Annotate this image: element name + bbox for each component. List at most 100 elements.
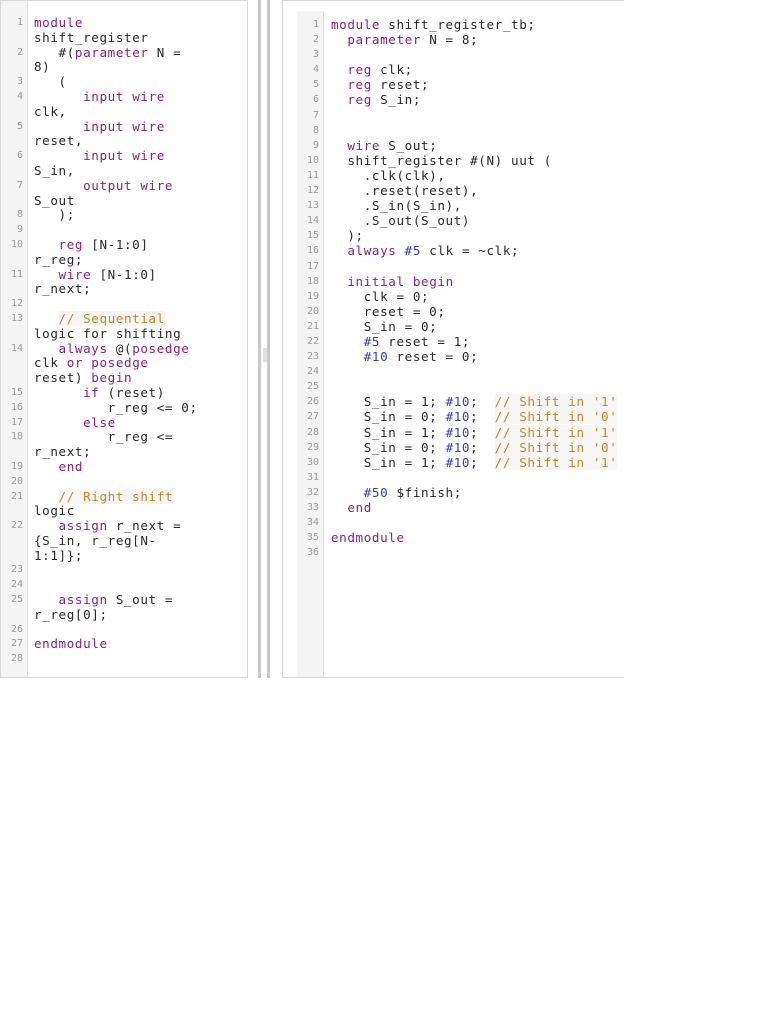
line-number: 26	[306, 396, 319, 408]
code-line[interactable]: 34	[283, 515, 624, 530]
code-line[interactable]: 22 #5 reset = 1;	[283, 334, 624, 349]
code-line[interactable]: S_in,	[1, 163, 247, 179]
code-line[interactable]: 10 shift_register #(N) uut (	[283, 153, 624, 168]
code-line[interactable]: 22 assign r_next =	[1, 518, 247, 534]
code-line[interactable]: 8 );	[1, 208, 247, 223]
code-line[interactable]: clk,	[1, 104, 247, 120]
code-line[interactable]: 19 clk = 0;	[283, 289, 624, 304]
left-code-editor[interactable]: 1 module shift_register 2 #(parameter N = 8)…	[0, 0, 248, 678]
code-line[interactable]: {S_in, r_reg[N-	[1, 533, 247, 549]
code-text: (	[34, 74, 67, 90]
code-line[interactable]: 27 endmodule	[1, 637, 247, 652]
code-line[interactable]: 30 S_in = 1; #10; // Shift in '1'	[283, 454, 624, 470]
code-text: reset) begin	[34, 370, 133, 386]
code-line[interactable]: 23 #10 reset = 0;	[283, 349, 624, 364]
code-line[interactable]: shift_register	[1, 30, 247, 46]
code-line[interactable]: 25 assign S_out =	[1, 592, 247, 608]
code-line[interactable]: 1 module shift_register_tb;	[283, 17, 624, 32]
code-line[interactable]: 10 reg [N-1:0]	[1, 237, 247, 253]
code-line[interactable]: r_next;	[1, 282, 247, 297]
code-line[interactable]: 18 initial begin	[283, 274, 624, 289]
code-line[interactable]: 5 reg reset;	[283, 77, 624, 92]
code-line[interactable]: 21 S_in = 0;	[283, 319, 624, 334]
code-line[interactable]: 28	[1, 652, 247, 667]
code-line[interactable]: reset,	[1, 134, 247, 149]
splitter-grip-icon[interactable]	[263, 348, 267, 362]
code-line[interactable]: 14 always @(posedge	[1, 341, 247, 357]
code-line[interactable]: logic	[1, 503, 247, 519]
pane-divider[interactable]	[258, 0, 261, 678]
code-line[interactable]: 15 if (reset)	[1, 384, 247, 401]
code-line[interactable]: 36	[283, 545, 624, 560]
code-line[interactable]: 6 input wire	[1, 148, 247, 164]
code-line[interactable]: 7 output wire	[1, 178, 247, 194]
code-line[interactable]: 12	[1, 297, 247, 312]
pane-divider[interactable]	[267, 0, 270, 678]
code-line[interactable]: 6 reg S_in;	[283, 92, 624, 107]
code-line[interactable]: 3	[283, 47, 624, 62]
code-line[interactable]: 23	[1, 563, 247, 578]
code-line[interactable]: 13 // Sequential	[1, 310, 247, 327]
code-line[interactable]: 17 else	[1, 415, 247, 431]
code-text: r_reg <= 0;	[34, 399, 198, 415]
code-line[interactable]: S_out	[1, 193, 247, 209]
code-line[interactable]: 4 reg clk;	[283, 62, 624, 77]
code-line[interactable]: 2 #(parameter N =	[1, 45, 247, 61]
line-number: 20	[10, 475, 23, 487]
code-line[interactable]: 8)	[1, 60, 247, 75]
code-text: .S_in(S_in),	[331, 198, 462, 214]
code-line[interactable]: 8	[283, 123, 624, 138]
code-line[interactable]: 15 );	[283, 228, 624, 243]
code-line[interactable]: 16 r_reg <= 0;	[1, 399, 247, 416]
code-line[interactable]: reset) begin	[1, 370, 247, 386]
code-line[interactable]: 27 S_in = 0; #10; // Shift in '0'	[283, 409, 624, 425]
code-line[interactable]: 32 #50 $finish;	[283, 485, 624, 500]
code-line[interactable]: 33 end	[283, 500, 624, 515]
code-text: if (reset)	[83, 384, 165, 400]
line-number: 9	[16, 224, 23, 236]
code-line[interactable]: 5 input wire	[1, 119, 247, 135]
code-line[interactable]: 3 (	[1, 74, 247, 90]
code-line[interactable]: 4 input wire	[1, 89, 247, 105]
code-line[interactable]: r_next;	[1, 444, 247, 460]
code-text: module shift_register_tb;	[331, 17, 536, 32]
code-line[interactable]: 24	[1, 578, 247, 593]
code-line[interactable]: 7	[283, 108, 624, 123]
code-line[interactable]: 24	[283, 364, 624, 379]
code-line[interactable]: 18 r_reg <=	[1, 430, 247, 445]
code-line[interactable]: 16 always #5 clk = ~clk;	[283, 243, 624, 258]
code-line[interactable]: 9	[1, 223, 247, 238]
code-line[interactable]: 13 .S_in(S_in),	[283, 198, 624, 213]
code-line[interactable]: 21 // Right shift	[1, 488, 247, 505]
code-line[interactable]: 1:1]};	[1, 548, 247, 564]
code-line[interactable]: 14 .S_out(S_out)	[283, 213, 624, 228]
code-line[interactable]: 19 end	[1, 458, 247, 475]
code-text: reg S_in;	[347, 92, 422, 108]
code-line[interactable]: 26	[1, 623, 247, 638]
code-line[interactable]: 20 reset = 0;	[283, 304, 624, 319]
right-code-editor[interactable]: 1 module shift_register_tb; 2 parameter N …	[282, 0, 624, 678]
code-line[interactable]: r_reg[0];	[1, 607, 247, 623]
code-line[interactable]: logic for shifting	[1, 326, 247, 342]
code-line[interactable]: 2 parameter N = 8;	[283, 32, 624, 47]
code-line[interactable]: 31	[283, 470, 624, 485]
code-line[interactable]: 12 .reset(reset),	[283, 183, 624, 198]
code-line[interactable]: r_reg;	[1, 252, 247, 268]
code-line[interactable]: 11 .clk(clk),	[283, 168, 624, 183]
code-line[interactable]: 35 endmodule	[283, 530, 624, 545]
code-line[interactable]: 28 S_in = 1; #10; // Shift in '1'	[283, 424, 624, 440]
code-line[interactable]: 20	[1, 475, 247, 490]
code-line[interactable]: 29 S_in = 0; #10; // Shift in '0'	[283, 439, 624, 455]
code-line[interactable]: 25	[283, 379, 624, 394]
code-text: wire S_out;	[347, 137, 438, 153]
code-text: end	[58, 458, 84, 474]
code-line[interactable]: clk or posedge	[1, 355, 247, 371]
line-number: 5	[312, 79, 319, 91]
line-number: 23	[306, 351, 319, 363]
code-text: endmodule	[34, 636, 108, 652]
code-line[interactable]: 26 S_in = 1; #10; // Shift in '1'	[283, 394, 624, 410]
code-line[interactable]: 1 module	[1, 15, 247, 31]
code-line[interactable]: 9 wire S_out;	[283, 138, 624, 153]
code-line[interactable]: 17	[283, 259, 624, 274]
code-line[interactable]: 11 wire [N-1:0]	[1, 267, 247, 283]
